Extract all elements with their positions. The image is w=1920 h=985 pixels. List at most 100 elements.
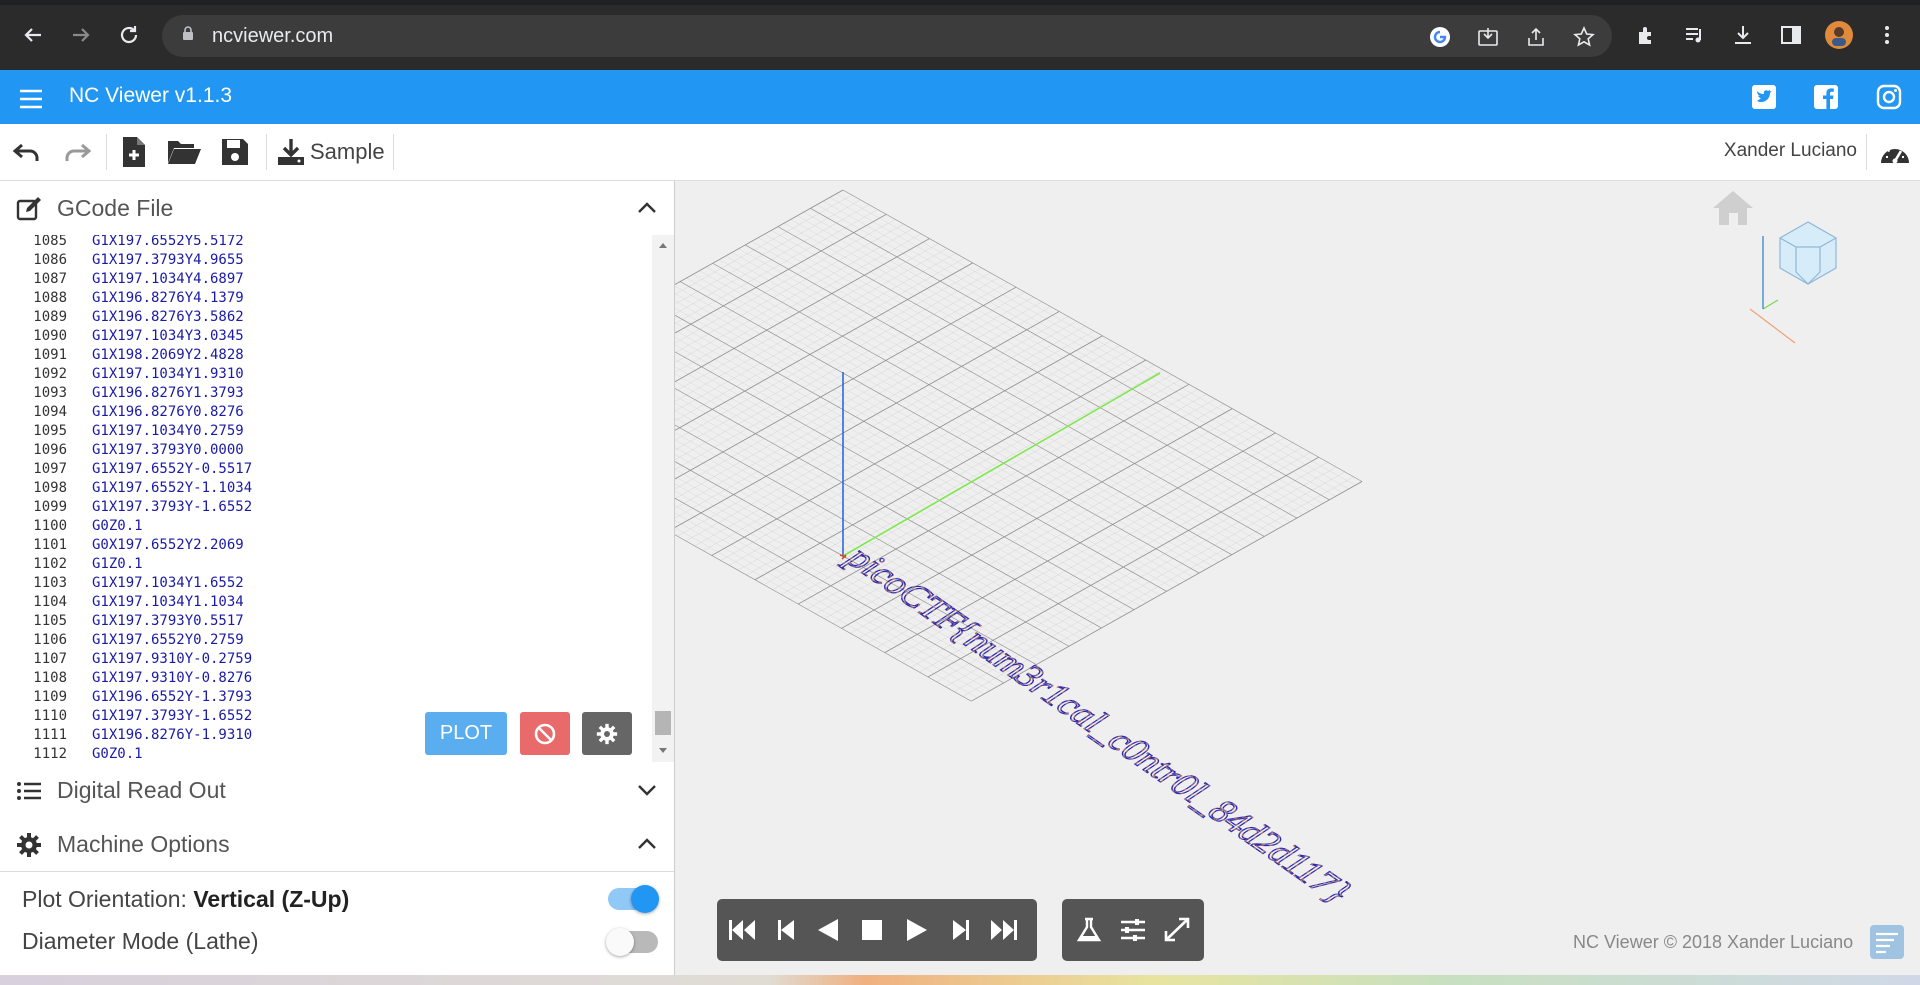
ban-icon	[534, 723, 556, 744]
play-reverse-icon[interactable]	[814, 916, 844, 944]
plot-orientation-label: Plot Orientation:	[22, 886, 187, 912]
profile-avatar[interactable]	[1822, 18, 1856, 52]
gcode-line[interactable]: 1107 G1X197.9310Y-0.2759	[0, 650, 650, 669]
line-number: 1092	[33, 366, 67, 382]
stop-icon[interactable]	[857, 916, 887, 944]
install-app-icon[interactable]	[1477, 26, 1499, 48]
performance-button[interactable]	[1878, 136, 1912, 168]
browser-menu-icon[interactable]	[1870, 18, 1904, 52]
save-button[interactable]	[220, 136, 250, 168]
diameter-mode-toggle[interactable]	[606, 928, 658, 956]
gcode-editor[interactable]: 1085 G1X197.6552Y5.5172 1086 G1X197.3793Y4.…	[0, 235, 674, 762]
machine-options-header[interactable]: Machine Options	[0, 817, 674, 872]
redo-button[interactable]	[62, 136, 92, 168]
facebook-icon[interactable]	[1813, 84, 1839, 110]
side-panel-icon[interactable]	[1774, 18, 1808, 52]
gcode-line[interactable]: 1087 G1X197.1034Y4.6897	[0, 270, 650, 289]
downloads-icon[interactable]	[1726, 18, 1760, 52]
media-queue-icon[interactable]	[1678, 18, 1712, 52]
reload-icon[interactable]	[112, 18, 146, 52]
line-number: 1102	[33, 556, 67, 572]
fullscreen-icon[interactable]	[1162, 916, 1192, 944]
address-bar[interactable]: ncviewer.com	[162, 15, 1612, 57]
toolbar-divider	[106, 134, 107, 170]
ncviewer-logo-icon[interactable]	[1869, 924, 1905, 960]
gcode-line[interactable]: 1088 G1X196.8276Y4.1379	[0, 289, 650, 308]
gcode-panel-header[interactable]: GCode File	[0, 181, 674, 236]
browser-tab-strip	[0, 0, 1920, 5]
gcode-line[interactable]: 1101 G0X197.6552Y2.2069	[0, 536, 650, 555]
back-icon[interactable]	[16, 18, 50, 52]
home-view-icon[interactable]	[1713, 191, 1753, 225]
gcode-line[interactable]: 1102 G1Z0.1	[0, 555, 650, 574]
skip-to-start-icon[interactable]	[727, 916, 757, 944]
gcode-line[interactable]: 1109 G1X196.6552Y-1.3793	[0, 688, 650, 707]
user-name[interactable]: Xander Luciano	[1724, 140, 1857, 162]
gcode-line[interactable]: 1103 G1X197.1034Y1.6552	[0, 574, 650, 593]
gcode-line[interactable]: 1094 G1X196.8276Y0.8276	[0, 403, 650, 422]
sliders-icon[interactable]	[1118, 916, 1148, 944]
gcode-line[interactable]: 1104 G1X197.1034Y1.1034	[0, 593, 650, 612]
gcode-command: G1X197.3793Y-1.6552	[92, 708, 253, 724]
extensions-icon[interactable]	[1630, 18, 1664, 52]
view-cube-icon[interactable]	[1749, 221, 1837, 344]
browser-toolbar: ncviewer.com	[0, 0, 1920, 70]
toolpath-canvas[interactable]: picoCTF{num3r1cal_c0ntr0l_84d2d117} pico…	[675, 181, 1920, 985]
skip-to-end-icon[interactable]	[989, 916, 1019, 944]
chevron-down-icon[interactable]	[636, 779, 658, 801]
app-header: NC Viewer v1.1.3	[0, 70, 1920, 124]
bookmark-star-icon[interactable]	[1573, 26, 1595, 48]
plot-settings-button[interactable]	[582, 712, 632, 755]
twitter-icon[interactable]	[1751, 84, 1777, 110]
gcode-command: G1X197.1034Y1.6552	[92, 575, 244, 591]
open-file-button[interactable]	[166, 136, 202, 168]
cancel-plot-button[interactable]	[520, 712, 570, 755]
scrollbar-thumb[interactable]	[655, 711, 671, 735]
left-panel: GCode File 1085 G1X197.6552Y5.5172 1086 G1X…	[0, 181, 675, 985]
instagram-icon[interactable]	[1876, 84, 1902, 110]
gcode-line[interactable]: 1095 G1X197.1034Y0.2759	[0, 422, 650, 441]
gcode-line[interactable]: 1100 G0Z0.1	[0, 517, 650, 536]
gcode-line[interactable]: 1097 G1X197.6552Y-0.5517	[0, 460, 650, 479]
gcode-line[interactable]: 1086 G1X197.3793Y4.9655	[0, 251, 650, 270]
redo-icon	[65, 143, 92, 161]
plot-orientation-toggle[interactable]	[608, 885, 659, 913]
dro-panel-header[interactable]: Digital Read Out	[0, 763, 674, 818]
hamburger-menu-icon[interactable]	[18, 86, 44, 112]
scroll-down-icon[interactable]	[658, 747, 668, 755]
scroll-up-icon[interactable]	[658, 241, 668, 249]
gcode-line[interactable]: 1105 G1X197.3793Y0.5517	[0, 612, 650, 631]
gcode-line[interactable]: 1096 G1X197.3793Y0.0000	[0, 441, 650, 460]
gcode-line[interactable]: 1106 G1X197.6552Y0.2759	[0, 631, 650, 650]
taskbar-strip	[0, 975, 1920, 985]
gcode-command: G1X197.3793Y4.9655	[92, 252, 244, 268]
google-icon[interactable]	[1429, 26, 1451, 48]
gcode-line[interactable]: 1091 G1X198.2069Y2.4828	[0, 346, 650, 365]
play-icon[interactable]	[901, 916, 931, 944]
forward-icon[interactable]	[64, 18, 98, 52]
chevron-up-icon[interactable]	[636, 197, 658, 219]
flask-icon[interactable]	[1074, 916, 1104, 944]
gcode-line[interactable]: 1108 G1X197.9310Y-0.8276	[0, 669, 650, 688]
step-back-icon[interactable]	[772, 916, 802, 944]
gcode-line[interactable]: 1098 G1X197.6552Y-1.1034	[0, 479, 650, 498]
gcode-line[interactable]: 1085 G1X197.6552Y5.5172	[0, 235, 650, 251]
gcode-line[interactable]: 1093 G1X196.8276Y1.3793	[0, 384, 650, 403]
line-number: 1086	[33, 252, 67, 268]
gcode-line[interactable]: 1092 G1X197.1034Y1.9310	[0, 365, 650, 384]
dro-panel-title: Digital Read Out	[57, 777, 226, 803]
editor-scrollbar[interactable]	[652, 235, 674, 762]
chevron-up-icon[interactable]	[636, 833, 658, 855]
gcode-line[interactable]: 1099 G1X197.3793Y-1.6552	[0, 498, 650, 517]
line-number: 1104	[33, 594, 67, 610]
gcode-line[interactable]: 1089 G1X196.8276Y3.5862	[0, 308, 650, 327]
share-icon[interactable]	[1525, 26, 1547, 48]
3d-viewer[interactable]: picoCTF{num3r1cal_c0ntr0l_84d2d117} pico…	[675, 181, 1920, 985]
gcode-line[interactable]: 1090 G1X197.1034Y3.0345	[0, 327, 650, 346]
new-file-button[interactable]	[120, 136, 148, 168]
line-number: 1100	[33, 518, 67, 534]
undo-button[interactable]	[12, 136, 42, 168]
sample-button[interactable]: Sample	[276, 136, 385, 168]
step-forward-icon[interactable]	[945, 916, 975, 944]
plot-button[interactable]: PLOT	[425, 712, 507, 755]
